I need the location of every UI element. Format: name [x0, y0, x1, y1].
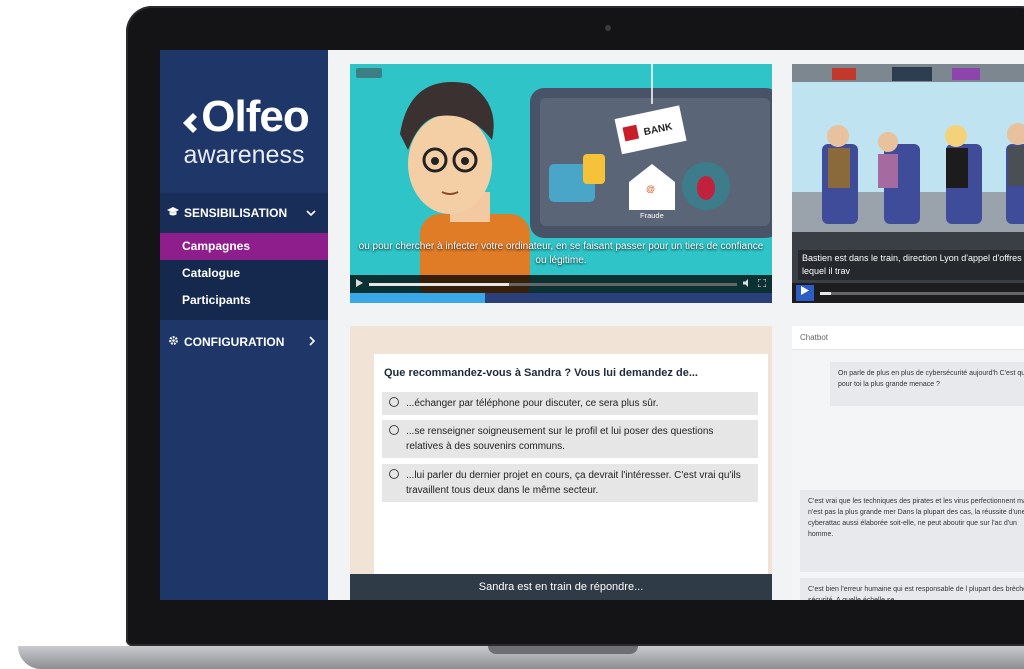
seek-bar[interactable] [820, 291, 1024, 295]
gear-icon [166, 335, 180, 349]
quiz-option-label: ...se renseigner soigneusement sur le pr… [406, 426, 714, 452]
logo-mark-icon [179, 102, 199, 133]
laptop-notch [488, 646, 638, 654]
seek-bar[interactable] [369, 282, 737, 286]
sidebar-item-participants[interactable]: Participants [160, 287, 328, 314]
radio-button[interactable] [389, 397, 399, 407]
webcam [605, 25, 611, 31]
seek-bar-fill [369, 282, 509, 286]
video-subtitle: ou pour chercher à infecter votre ordina… [358, 241, 764, 266]
sidebar-nav: SENSIBILISATION Campagnes Catalogue Part… [160, 193, 328, 362]
nav-section-configuration[interactable]: CONFIGURATION [160, 322, 328, 362]
radio-button[interactable] [389, 469, 399, 479]
chatbot-title: Chatbot [792, 326, 1024, 350]
play-icon[interactable] [356, 279, 363, 289]
play-icon [801, 286, 809, 295]
video-player-train[interactable]: Bastien est dans le train, direction Lyo… [792, 64, 1024, 303]
logo-sub-text: awareness [183, 141, 305, 169]
sidebar-item-catalogue[interactable]: Catalogue [160, 260, 328, 287]
quiz-question: Que recommandez-vous à Sandra ? Vous lui… [384, 367, 698, 379]
fullscreen-icon[interactable] [757, 278, 767, 289]
chevron-right-icon [308, 335, 316, 349]
course-progress-bar [350, 293, 772, 303]
sidebar: Olfeo awareness SENSIBILISATION Campagne… [160, 50, 328, 600]
course-progress-fill [350, 293, 486, 303]
logo-main-text: Olfeo [201, 92, 309, 141]
quiz-panel: Que recommandez-vous à Sandra ? Vous lui… [350, 326, 772, 600]
logo[interactable]: Olfeo awareness [160, 92, 328, 169]
screen: Olfeo awareness SENSIBILISATION Campagne… [160, 50, 1024, 600]
video-controls [350, 275, 772, 293]
radio-button[interactable] [389, 425, 399, 435]
fraud-label: Fraude [640, 211, 664, 220]
sidebar-item-campagnes[interactable]: Campagnes [160, 233, 328, 260]
nav-section-label: SENSIBILISATION [184, 206, 288, 220]
play-button[interactable] [796, 285, 814, 301]
quiz-option-label: ...lui parler du dernier projet en cours… [406, 470, 741, 496]
seek-bar-fill [820, 291, 832, 295]
typing-indicator: Sandra est en train de répondre... [350, 574, 772, 600]
volume-icon[interactable] [743, 279, 752, 289]
quiz-option[interactable]: ...se renseigner soigneusement sur le pr… [382, 420, 758, 458]
nav-section-label: CONFIGURATION [184, 335, 285, 349]
logo-wordmark: Olfeo [179, 92, 310, 141]
quiz-card: Que recommandez-vous à Sandra ? Vous lui… [374, 354, 768, 574]
nav-section-sensibilisation[interactable]: SENSIBILISATION [160, 193, 328, 233]
laptop-frame: Olfeo awareness SENSIBILISATION Campagne… [0, 0, 1024, 669]
nav-submenu: Campagnes Catalogue Participants [160, 233, 328, 320]
chat-message: On parle de plus en plus de cybersécurit… [830, 362, 1024, 406]
chat-messages: On parle de plus en plus de cybersécurit… [792, 350, 1024, 600]
quiz-option[interactable]: ...lui parler du dernier projet en cours… [382, 464, 758, 502]
quiz-option[interactable]: ...échanger par téléphone pour discuter,… [382, 392, 758, 415]
video-subtitle: Bastien est dans le train, direction Lyo… [798, 250, 1024, 280]
chevron-down-icon [306, 206, 316, 220]
video-controls [792, 283, 1024, 303]
chat-message: C'est vrai que les techniques des pirate… [800, 490, 1024, 572]
video-player-phishing[interactable]: BANK @ Fraude ou pour chercher à infecte… [350, 64, 772, 303]
quiz-option-label: ...échanger par téléphone pour discuter,… [406, 398, 659, 409]
chatbot-panel: Chatbot On parle de plus en plus de cybe… [792, 326, 1024, 600]
chat-message: C'est bien l'erreur humaine qui est resp… [800, 578, 1024, 600]
svg-text:@: @ [646, 184, 655, 194]
graduation-cap-icon [166, 206, 180, 220]
